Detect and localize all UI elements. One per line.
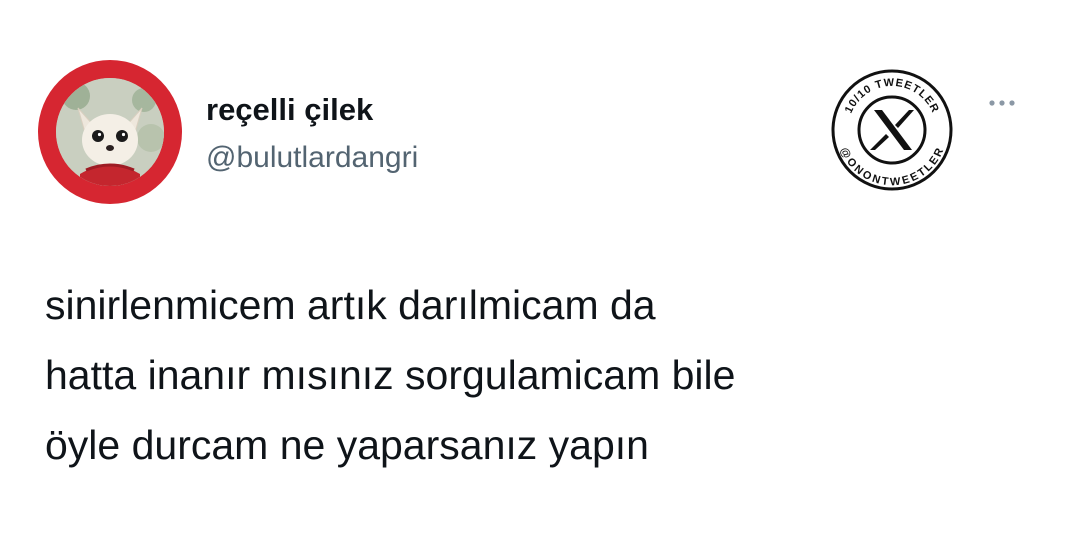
tweet-text-line: sinirlenmicem artık darılmicam da	[45, 282, 656, 328]
author-display-name[interactable]: reçelli çilek	[206, 92, 373, 128]
watermark-badge: 10/10 TWEETLER @ONONTWEETLER	[830, 68, 954, 192]
tweet-text-line: öyle durcam ne yaparsanız yapın	[45, 422, 649, 468]
tweet-card: reçelli çilek @bulutlardangri 10/10 TWEE…	[0, 0, 1070, 542]
author-handle[interactable]: @bulutlardangri	[206, 141, 418, 175]
more-dots-icon	[989, 100, 1015, 106]
tweet-text-line: hatta inanır mısınız sorgulamicam bile	[45, 352, 736, 398]
tweet-text: sinirlenmicem artık darılmicam da hatta …	[45, 270, 1035, 480]
author-avatar[interactable]	[38, 60, 182, 204]
more-options-button[interactable]	[976, 88, 1028, 118]
dog-avatar-icon	[56, 78, 164, 186]
